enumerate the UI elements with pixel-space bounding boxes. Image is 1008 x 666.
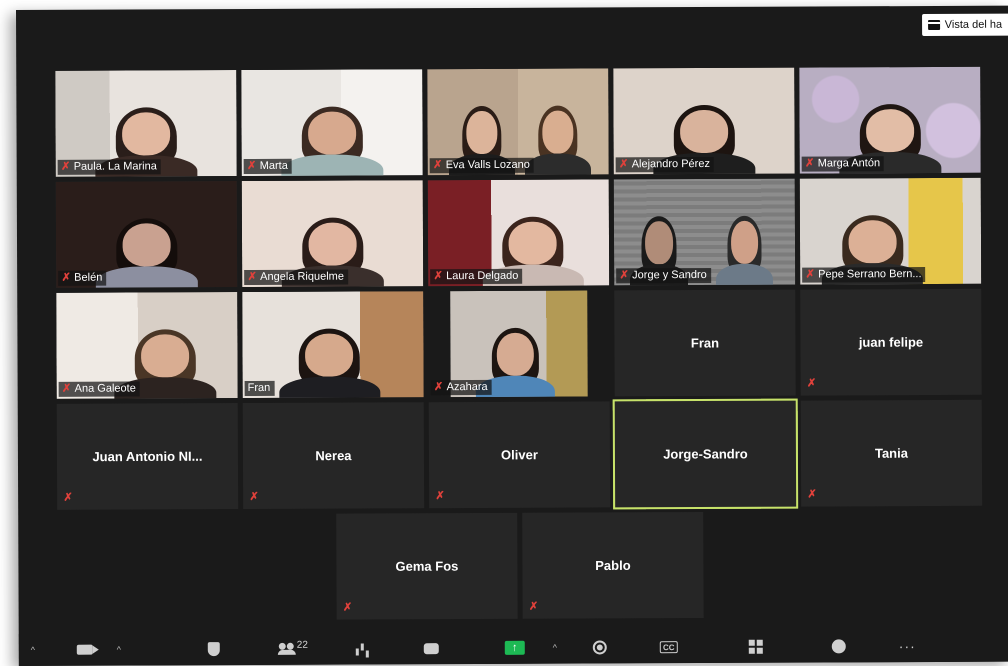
participant-name-tag: ✗ Paula. La Marina bbox=[57, 159, 161, 175]
participant-tile[interactable]: ✗ Alejandro Pérez bbox=[613, 67, 795, 175]
reactions-button[interactable] bbox=[831, 639, 846, 654]
mic-muted-icon: ✗ bbox=[807, 488, 817, 501]
reactions-icon bbox=[831, 639, 846, 654]
zoom-meeting-window: Vista del ha ✗ Paula. La Marina ✗ Marta ✗ E… bbox=[16, 5, 1008, 666]
participant-name-tag: ✗ Jorge y Sandro bbox=[616, 267, 711, 284]
participant-name: Pablo bbox=[595, 557, 631, 573]
closed-caption-icon: CC bbox=[659, 641, 678, 654]
participant-tile[interactable]: ✗ Angela Riquelme bbox=[241, 180, 424, 288]
participant-tile[interactable]: ✗ Marga Antón bbox=[799, 66, 981, 174]
active-speaker-tile[interactable]: Jorge-Sandro bbox=[612, 398, 799, 510]
participant-tile[interactable]: ✗ Marta bbox=[241, 69, 423, 177]
participant-tile[interactable]: ✗ Belén bbox=[55, 181, 238, 288]
share-screen-button[interactable]: ↑ bbox=[504, 640, 525, 655]
mic-muted-icon: ✗ bbox=[435, 490, 445, 503]
mic-muted-icon: ✗ bbox=[528, 600, 539, 613]
participant-tile[interactable]: Nerea ✗ bbox=[242, 402, 425, 510]
participant-tile[interactable]: juan felipe ✗ bbox=[800, 288, 982, 396]
participant-tile[interactable]: Juan Antonio NI... ✗ bbox=[56, 403, 239, 510]
participant-tile[interactable]: ✗ Laura Delgado bbox=[427, 179, 610, 287]
participant-tile[interactable]: Fran bbox=[614, 289, 796, 397]
participant-name-tag: ✗ Azahara bbox=[430, 379, 492, 396]
participant-name: Oliver bbox=[500, 447, 538, 463]
mic-muted-icon: ✗ bbox=[62, 382, 72, 395]
mic-muted-icon: ✗ bbox=[805, 268, 815, 281]
share-screen-icon: ↑ bbox=[504, 640, 525, 655]
participant-tile[interactable]: ✗ Eva Valls Lozano bbox=[427, 68, 609, 176]
view-toggle-label: Vista del ha bbox=[944, 18, 1003, 31]
participant-tile[interactable]: Pablo ✗ bbox=[522, 512, 704, 619]
audio-options-caret[interactable]: ^ bbox=[31, 645, 35, 655]
participants-count: 22 bbox=[296, 639, 308, 651]
shield-icon bbox=[207, 642, 220, 657]
view-toggle-button[interactable]: Vista del ha bbox=[921, 13, 1008, 37]
mic-muted-icon: ✗ bbox=[249, 490, 259, 503]
share-options-caret[interactable]: ^ bbox=[553, 643, 557, 653]
participant-tile[interactable]: ✗ Ana Galeote bbox=[56, 292, 238, 399]
participant-name-tag: Fran bbox=[244, 380, 275, 397]
mic-muted-icon: ✗ bbox=[433, 159, 443, 172]
mic-muted-icon: ✗ bbox=[63, 491, 73, 504]
mic-muted-icon: ✗ bbox=[434, 381, 444, 394]
participants-button[interactable]: 22 bbox=[279, 639, 308, 655]
mic-muted-icon: ✗ bbox=[61, 271, 71, 284]
participant-tile[interactable]: Gema Fos ✗ bbox=[336, 512, 518, 620]
security-button[interactable] bbox=[207, 642, 220, 657]
mic-muted-icon: ✗ bbox=[61, 160, 71, 173]
more-button[interactable]: ··· bbox=[899, 638, 916, 654]
video-options-caret[interactable]: ^ bbox=[117, 645, 121, 655]
gallery-view-icon bbox=[927, 19, 940, 31]
participant-tile[interactable]: Fran bbox=[242, 291, 424, 399]
record-button[interactable] bbox=[592, 640, 607, 655]
meeting-toolbar: ^ ^ 22 ↑ ^ CC ··· bbox=[18, 629, 1008, 666]
record-icon bbox=[592, 640, 607, 655]
participant-tile[interactable]: ✗ Jorge y Sandro bbox=[613, 178, 796, 286]
mic-muted-icon: ✗ bbox=[619, 158, 629, 171]
participant-name: juan felipe bbox=[858, 334, 924, 350]
participant-name-tag: ✗ Marga Antón bbox=[801, 156, 885, 172]
participant-tile[interactable]: Oliver ✗ bbox=[428, 401, 611, 509]
participant-name-tag: ✗ Alejandro Pérez bbox=[615, 156, 714, 173]
participant-name-tag: ✗ Ana Galeote bbox=[58, 381, 140, 397]
participant-name-tag: ✗ Pepe Serrano Bern... bbox=[802, 267, 926, 283]
mic-muted-icon: ✗ bbox=[342, 601, 353, 614]
polls-icon bbox=[355, 641, 369, 655]
mic-muted-icon: ✗ bbox=[247, 270, 257, 283]
participant-name-tag: ✗ Laura Delgado bbox=[430, 268, 523, 285]
video-button[interactable] bbox=[76, 644, 93, 655]
participant-tile[interactable]: Tania ✗ bbox=[800, 399, 983, 507]
participant-name-tag: ✗ Belén bbox=[58, 270, 107, 286]
mic-muted-icon: ✗ bbox=[805, 157, 815, 170]
participant-name: Jorge-Sandro bbox=[663, 446, 748, 462]
mic-muted-icon: ✗ bbox=[247, 159, 257, 172]
participant-name-tag: ✗ Marta bbox=[243, 158, 292, 175]
mic-muted-icon: ✗ bbox=[807, 377, 817, 390]
participant-name: Gema Fos bbox=[395, 558, 459, 574]
participant-name: Fran bbox=[690, 335, 720, 351]
participant-name-tag: ✗ Angela Riquelme bbox=[244, 269, 348, 286]
video-camera-icon bbox=[76, 644, 93, 655]
polls-button[interactable] bbox=[355, 641, 369, 655]
chat-button[interactable] bbox=[423, 642, 439, 654]
participant-tile[interactable]: ✗ Paula. La Marina bbox=[55, 70, 237, 177]
mic-muted-icon: ✗ bbox=[433, 270, 443, 283]
chat-icon bbox=[423, 642, 439, 654]
participants-icon bbox=[279, 643, 295, 655]
apps-grid-icon bbox=[749, 640, 763, 654]
participant-tile[interactable]: ✗ Azahara bbox=[428, 290, 610, 398]
participant-name: Tania bbox=[874, 445, 908, 461]
apps-button[interactable] bbox=[749, 640, 763, 654]
closed-caption-button[interactable]: CC bbox=[659, 641, 678, 654]
participant-name: Juan Antonio NI... bbox=[92, 448, 203, 465]
participant-tile[interactable]: ✗ Pepe Serrano Bern... bbox=[799, 177, 982, 285]
mic-muted-icon: ✗ bbox=[619, 269, 629, 282]
participant-name-tag: ✗ Eva Valls Lozano bbox=[429, 157, 534, 174]
participant-name: Nerea bbox=[315, 448, 352, 464]
